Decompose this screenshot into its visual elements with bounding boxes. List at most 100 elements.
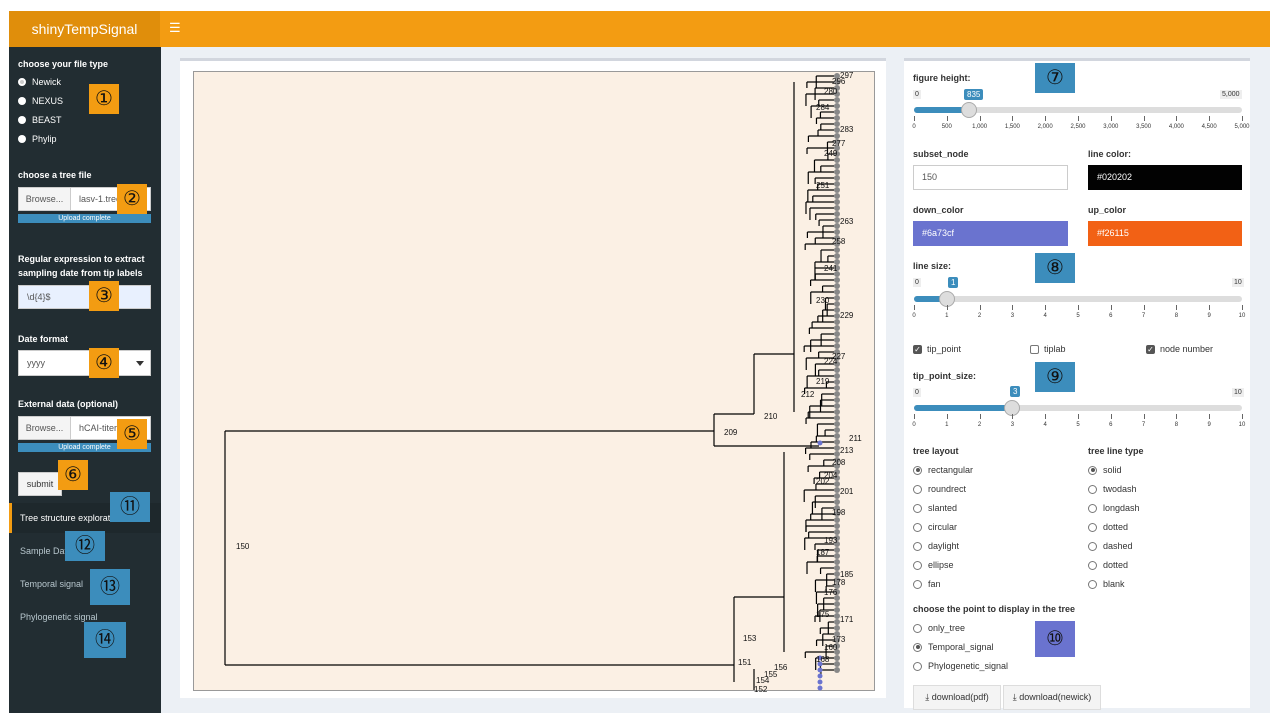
slider-tick: [1143, 305, 1145, 310]
sidebar: choose your file type Newick NEXUS BEAST…: [9, 47, 161, 713]
tip-point: [834, 403, 840, 409]
tip-point: [834, 115, 840, 121]
slider-tick: [1143, 414, 1145, 419]
radio-icon: [1088, 560, 1097, 570]
download-pdf-label: download(pdf): [931, 692, 989, 702]
point-display-label: choose the point to display in the tree: [913, 604, 1076, 614]
slider-tick-label: 4,500: [1201, 124, 1217, 130]
tip-point: [834, 295, 840, 301]
slider-tick-label: 6: [1109, 313, 1113, 319]
tree-layout-option[interactable]: circular: [913, 522, 957, 532]
slider-min: 0: [913, 388, 921, 397]
menu-temporal-signal[interactable]: Temporal signal: [9, 569, 161, 599]
slider-tick: [1045, 414, 1047, 419]
radio-icon: [1088, 579, 1097, 589]
checkbox-tip-point[interactable]: ✓ tip_point: [913, 344, 961, 354]
node-label: 150: [236, 542, 250, 551]
radio-phylip[interactable]: Phylip: [18, 134, 57, 144]
node-label: 153: [743, 634, 757, 643]
radio-label: solid: [1103, 465, 1122, 475]
browse-button[interactable]: Browse...: [19, 417, 71, 439]
radio-icon: [913, 642, 922, 652]
checkbox-tiplab[interactable]: tiplab: [1030, 344, 1066, 354]
subset-node-input[interactable]: 150: [913, 165, 1068, 190]
slider-max: 5,000: [1220, 90, 1242, 99]
node-label: 176: [824, 588, 838, 597]
radio-label: Phylogenetic_signal: [928, 661, 1009, 671]
regex-input[interactable]: \d{4}$: [18, 285, 151, 309]
download-pdf-button[interactable]: ⤓ download(pdf): [913, 685, 1001, 710]
badge-7: ⑦: [1035, 63, 1075, 93]
line-size-slider[interactable]: [914, 296, 1242, 302]
line-color-input[interactable]: #020202: [1088, 165, 1242, 190]
slider-tick: [979, 305, 981, 310]
app-title[interactable]: shinyTempSignal: [9, 11, 160, 47]
submit-button[interactable]: submit: [18, 472, 62, 496]
tree-line-type-option[interactable]: blank: [1088, 579, 1125, 589]
tip-point: [834, 601, 840, 607]
checkbox-node-number[interactable]: ✓ node number: [1146, 344, 1213, 354]
badge-12: ⑫: [65, 531, 105, 561]
point-display-option[interactable]: Temporal_signal: [913, 642, 994, 652]
tree-layout-option[interactable]: roundrect: [913, 484, 966, 494]
slider-tick: [1012, 116, 1014, 121]
tree-line-type-option[interactable]: dashed: [1088, 541, 1133, 551]
tip-point: [834, 391, 840, 397]
slider-tick-label: 8: [1174, 313, 1179, 319]
slider-tick: [1242, 305, 1243, 310]
node-label: 210: [764, 412, 778, 421]
radio-newick[interactable]: Newick: [18, 77, 61, 87]
tree-layout-option[interactable]: daylight: [913, 541, 959, 551]
down-color-input[interactable]: #6a73cf: [913, 221, 1068, 246]
tree-layout-option[interactable]: fan: [913, 579, 941, 589]
tree-layout-option[interactable]: ellipse: [913, 560, 954, 570]
node-label: 241: [824, 264, 838, 273]
point-display-option[interactable]: Phylogenetic_signal: [913, 661, 1008, 671]
slider-handle[interactable]: [960, 102, 977, 118]
tip-point: [834, 169, 840, 175]
badge-14: ⑭: [84, 622, 126, 658]
slider-tick: [1045, 305, 1047, 310]
node-label: 224: [824, 357, 838, 366]
slider-tick-label: 9: [1207, 313, 1211, 319]
check-icon: ✓: [913, 344, 922, 354]
tree-line-type-option[interactable]: solid: [1088, 465, 1122, 475]
slider-tick-label: 7: [1141, 313, 1146, 319]
slider-tick-label: 3,500: [1136, 124, 1152, 130]
up-color-input[interactable]: #f26115: [1088, 221, 1242, 246]
slider-tick: [946, 414, 948, 419]
slider-tick: [1209, 414, 1211, 419]
point-display-option[interactable]: only_tree: [913, 623, 965, 633]
hamburger-icon[interactable]: ☰: [169, 20, 181, 36]
tree-layout-option[interactable]: rectangular: [913, 465, 973, 475]
tree-layout-option[interactable]: slanted: [913, 503, 957, 513]
node-label: 171: [840, 615, 854, 624]
tree-line-type-option[interactable]: dotted: [1088, 522, 1128, 532]
radio-icon: [1088, 541, 1097, 551]
tip-point: [834, 379, 840, 385]
download-newick-button[interactable]: ⤓ download(newick): [1003, 685, 1101, 710]
browse-button[interactable]: Browse...: [19, 188, 71, 210]
tree-line-type-option[interactable]: dotted: [1088, 560, 1128, 570]
slider-tick: [1176, 414, 1178, 419]
node-label: 213: [840, 446, 854, 455]
tree-line-type-label: tree line type: [1088, 446, 1144, 456]
radio-nexus[interactable]: NEXUS: [18, 96, 63, 106]
radio-label: BEAST: [32, 115, 62, 125]
node-label: 178: [832, 578, 846, 587]
tree-line-type-option[interactable]: twodash: [1088, 484, 1137, 494]
radio-icon: [913, 541, 922, 551]
tip-point: [834, 247, 840, 253]
date-format-label: Date format: [18, 334, 69, 344]
tip-point: [834, 409, 840, 415]
caret-down-icon: [136, 361, 144, 366]
date-format-select[interactable]: yyyy: [18, 350, 151, 376]
tip-point-size-label: tip_point_size:: [913, 371, 977, 381]
node-label: 160: [824, 643, 838, 652]
file-type-label: choose your file type: [18, 59, 109, 69]
tree-line-type-option[interactable]: longdash: [1088, 503, 1140, 513]
tip-point: [834, 343, 840, 349]
radio-beast[interactable]: BEAST: [18, 115, 62, 125]
slider-tick-label: 7: [1141, 422, 1146, 428]
radio-label: circular: [928, 522, 958, 532]
